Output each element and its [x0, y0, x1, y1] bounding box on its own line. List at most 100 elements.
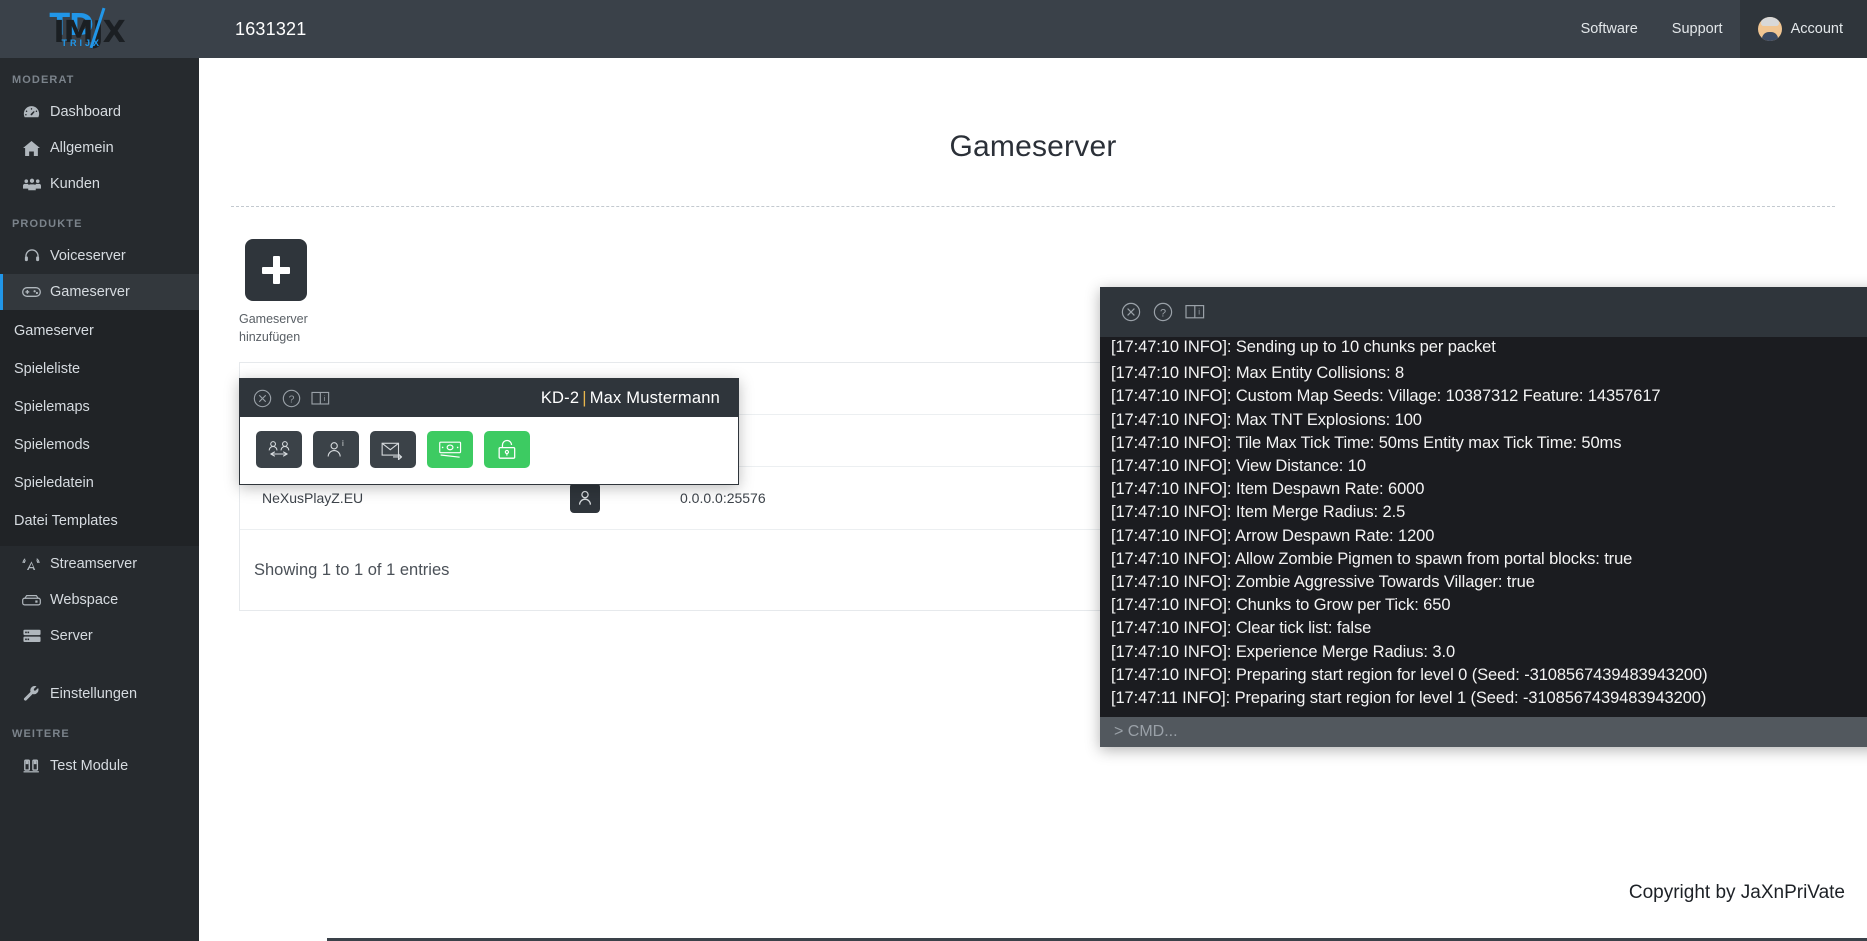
command-input[interactable]: > CMD...	[1114, 723, 1178, 741]
sidebar-section-moderat: MODERAT	[0, 58, 199, 94]
svg-text:?: ?	[289, 394, 295, 405]
console-log-line: [17:47:11 INFO]: Preparing start region …	[1111, 687, 1867, 710]
account-menu[interactable]: Account	[1740, 0, 1867, 58]
console-log-line: [17:47:10 INFO]: Clear tick list: false	[1111, 617, 1867, 640]
console-window[interactable]: ? i [17:47:10 INFO]: Sending up to 10 ch…	[1100, 287, 1867, 747]
topbar-title: 1631321	[199, 19, 306, 40]
sidebar-spacer	[0, 654, 199, 676]
hdd-icon	[22, 592, 41, 608]
console-log-line: [17:47:10 INFO]: Max Entity Collisions: …	[1111, 362, 1867, 385]
customer-window[interactable]: ? i KD-2|Max Mustermann i	[239, 378, 739, 485]
brand-logo[interactable]: TD IMJX TRIJX	[0, 0, 199, 58]
close-icon[interactable]	[1120, 302, 1141, 323]
sidebar-item-einstellungen[interactable]: Einstellungen	[0, 676, 199, 712]
logo-graphic: TD IMJX TRIJX	[40, 6, 160, 52]
headset-icon	[22, 248, 41, 264]
page-title: Gameserver	[199, 130, 1867, 164]
server-icon	[22, 628, 41, 644]
footer-copyright: Copyright by JaXnPriVate	[1629, 882, 1845, 904]
avatar	[1758, 17, 1782, 41]
sidebar-item-server[interactable]: Server	[0, 618, 199, 654]
sidebar-item-kunden[interactable]: Kunden	[0, 166, 199, 202]
svg-text:i: i	[342, 440, 344, 448]
sidebar-section-produkte: PRODUKTE	[0, 202, 199, 238]
home-icon	[22, 140, 41, 156]
console-command-bar[interactable]: > CMD...	[1100, 717, 1867, 747]
mail-send-icon	[381, 440, 406, 460]
customer-window-body: i	[240, 417, 738, 484]
help-icon[interactable]: ?	[281, 388, 302, 409]
unlock-button[interactable]	[484, 431, 530, 468]
console-log-line: [17:47:10 INFO]: Max TNT Explosions: 100	[1111, 409, 1867, 432]
book-info-icon[interactable]: i	[310, 388, 331, 409]
switch-user-button[interactable]	[256, 431, 302, 468]
subnav-item-gameserver[interactable]: Gameserver	[0, 312, 199, 350]
sidebar-item-dashboard[interactable]: Dashboard	[0, 94, 199, 130]
customer-window-titlebar[interactable]: ? i KD-2|Max Mustermann	[240, 379, 738, 417]
nav-software[interactable]: Software	[1564, 0, 1655, 58]
gameserver-submenu: Gameserver Spieleliste Spielemaps Spiele…	[0, 310, 199, 546]
customer-name: Max Mustermann	[590, 389, 720, 407]
console-log-line: [17:47:10 INFO]: View Distance: 10	[1111, 455, 1867, 478]
sidebar-item-webspace[interactable]: Webspace	[0, 582, 199, 618]
user-switch-icon	[267, 440, 291, 460]
svg-text:?: ?	[1159, 307, 1165, 319]
sidebar-item-test-module[interactable]: Test Module	[0, 748, 199, 784]
svg-text:i: i	[1198, 308, 1200, 317]
sidebar-item-label: Server	[50, 628, 93, 644]
subnav-item-spielemods[interactable]: Spielemods	[0, 426, 199, 464]
unlock-icon	[496, 439, 518, 460]
subnav-item-spieledatein[interactable]: Spieledatein	[0, 464, 199, 502]
add-gameserver-button[interactable]	[245, 239, 307, 301]
entries-info: Showing 1 to 1 of 1 entries	[254, 561, 449, 580]
console-log-line: [17:47:10 INFO]: Tile Max Tick Time: 50m…	[1111, 432, 1867, 455]
customer-id: KD-2	[541, 389, 579, 407]
subnav-item-spieleliste[interactable]: Spieleliste	[0, 350, 199, 388]
sidebar-item-label: Kunden	[50, 176, 100, 192]
plus-icon	[262, 256, 290, 284]
sidebar-item-label: Webspace	[50, 592, 118, 608]
send-mail-button[interactable]	[370, 431, 416, 468]
main-content: 1631321 Software Support Account Gameser…	[199, 0, 1867, 941]
logo-subtitle: TRIJX	[62, 38, 103, 48]
console-log-line: [17:47:10 INFO]: Arrow Despawn Rate: 120…	[1111, 525, 1867, 548]
sidebar-item-gameserver[interactable]: Gameserver	[0, 274, 199, 310]
money-icon	[438, 440, 463, 459]
subnav-item-spielemaps[interactable]: Spielemaps	[0, 388, 199, 426]
invoice-button[interactable]	[427, 431, 473, 468]
help-icon[interactable]: ?	[1152, 302, 1173, 323]
close-icon[interactable]	[252, 388, 273, 409]
add-gameserver-label: Gameserver hinzufügen	[239, 310, 349, 346]
subnav-item-datei-templates[interactable]: Datei Templates	[0, 502, 199, 540]
users-icon	[22, 176, 41, 192]
sidebar-item-label: Voiceserver	[50, 248, 126, 264]
sidebar-item-label: Gameserver	[50, 284, 130, 300]
customer-window-title: KD-2|Max Mustermann	[541, 389, 726, 408]
topbar: 1631321 Software Support Account	[199, 0, 1867, 58]
console-log-line: [17:47:10 INFO]: Preparing start region …	[1111, 664, 1867, 687]
user-detail-icon: i	[325, 440, 347, 460]
sidebar-item-label: Allgemein	[50, 140, 114, 156]
sidebar-item-voiceserver[interactable]: Voiceserver	[0, 238, 199, 274]
user-icon	[578, 490, 592, 506]
console-log-line: [17:47:10 INFO]: Custom Map Seeds: Villa…	[1111, 385, 1867, 408]
title-separator: |	[579, 389, 590, 407]
account-label: Account	[1791, 21, 1843, 37]
console-log-line: [17:47:10 INFO]: Item Despawn Rate: 6000	[1111, 478, 1867, 501]
section-divider	[231, 206, 1835, 207]
sidebar-item-streamserver[interactable]: Streamserver	[0, 546, 199, 582]
console-log-area[interactable]: [17:47:10 INFO]: Sending up to 10 chunks…	[1100, 337, 1867, 717]
console-window-titlebar[interactable]: ? i	[1100, 287, 1867, 337]
nav-support[interactable]: Support	[1655, 0, 1740, 58]
book-info-icon[interactable]: i	[1184, 302, 1205, 323]
console-log-line: [17:47:10 INFO]: Experience Merge Radius…	[1111, 641, 1867, 664]
sidebar-section-weitere: WEITERE	[0, 712, 199, 748]
console-log-line: [17:47:10 INFO]: Chunks to Grow per Tick…	[1111, 594, 1867, 617]
console-log-line: [17:47:10 INFO]: Sending up to 10 chunks…	[1111, 337, 1867, 359]
customer-button[interactable]	[570, 483, 600, 513]
console-log-lines: [17:47:10 INFO]: Sending up to 10 chunks…	[1111, 337, 1867, 710]
sidebar-item-allgemein[interactable]: Allgemein	[0, 130, 199, 166]
user-info-button[interactable]: i	[313, 431, 359, 468]
dashboard-icon	[22, 104, 41, 120]
broadcast-icon	[22, 556, 41, 572]
